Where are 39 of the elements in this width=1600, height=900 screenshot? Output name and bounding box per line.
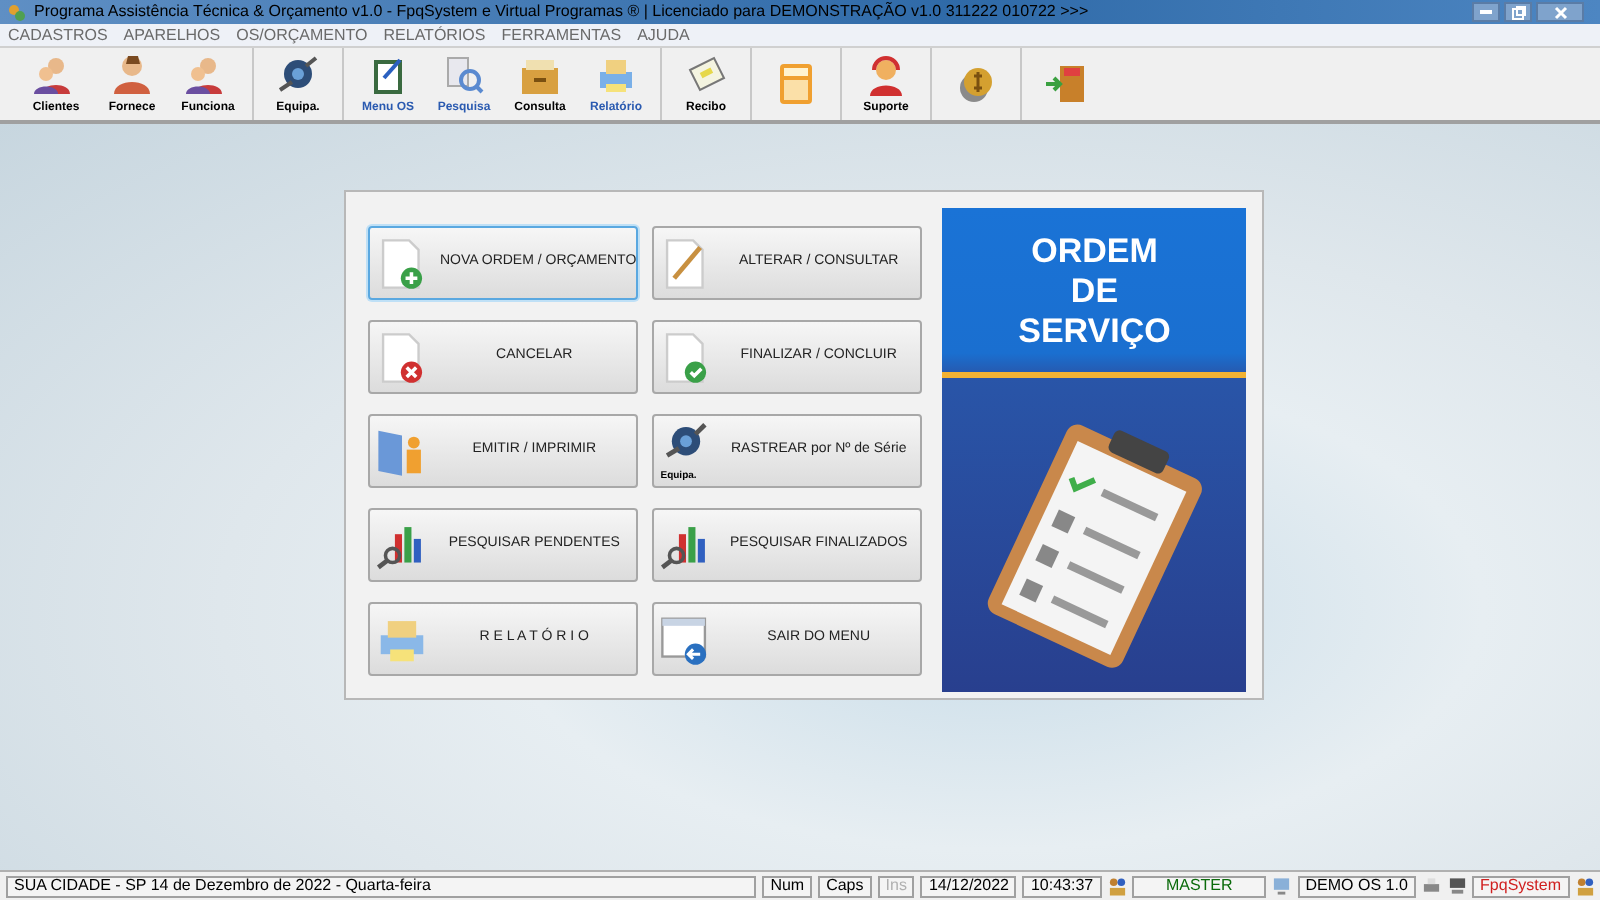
location-status: SUA CIDADE - SP 14 de Dezembro de 2022 - Quarta-feira [6, 875, 757, 897]
minimize-button[interactable] [1472, 2, 1500, 22]
document-plus-icon [376, 237, 428, 289]
document-cross-icon [376, 331, 428, 383]
user-status: MASTER [1132, 875, 1267, 897]
close-icon [1553, 5, 1567, 19]
headset-person-icon [864, 54, 908, 98]
computer-icon [1447, 876, 1467, 896]
menu-item[interactable]: OS/ORÇAMENTO [236, 27, 368, 43]
key-indicator: Num [762, 875, 813, 897]
banner-title: ORDEM DE SERVIÇO [1016, 232, 1173, 352]
restore-button[interactable] [1504, 2, 1532, 22]
app-icon [8, 3, 26, 21]
coin-icon [954, 62, 998, 106]
drawer-icon [518, 54, 562, 98]
printer-icon [1422, 876, 1442, 896]
brand-status: FpqSystem [1472, 875, 1570, 897]
calculator-icon [774, 62, 818, 106]
menu-item[interactable]: APARELHOS [123, 27, 221, 43]
time-status: 10:43:37 [1022, 875, 1102, 897]
printer-icon [594, 54, 638, 98]
person-icon [110, 54, 154, 98]
key-indicator: Caps [818, 875, 872, 897]
menu-item[interactable]: AJUDA [637, 27, 690, 43]
key-indicator: Ins [877, 875, 915, 897]
users-icon [1107, 876, 1127, 896]
menu-item[interactable]: FERRAMENTAS [501, 27, 622, 43]
restore-icon [1511, 5, 1525, 19]
close-button[interactable] [1536, 2, 1584, 22]
minimize-icon [1480, 10, 1492, 14]
version-status: DEMO OS 1.0 [1297, 875, 1417, 897]
exit-door-icon [1044, 62, 1088, 106]
search-icon [442, 54, 486, 98]
window-title: Programa Assistência Técnica & Orçamento v1.0 - FpqSystem e Virtual Programas ® | Licenciado para DEMONSTRAÇÃO v1.0 311222 010722 >>> [34, 4, 1089, 20]
users-icon [1575, 876, 1595, 896]
menu-item[interactable]: CADASTROS [8, 27, 108, 43]
date-status: 14/12/2022 [920, 875, 1017, 897]
monitor-icon [1272, 876, 1292, 896]
menu-item[interactable]: RELATÓRIOS [383, 27, 486, 43]
